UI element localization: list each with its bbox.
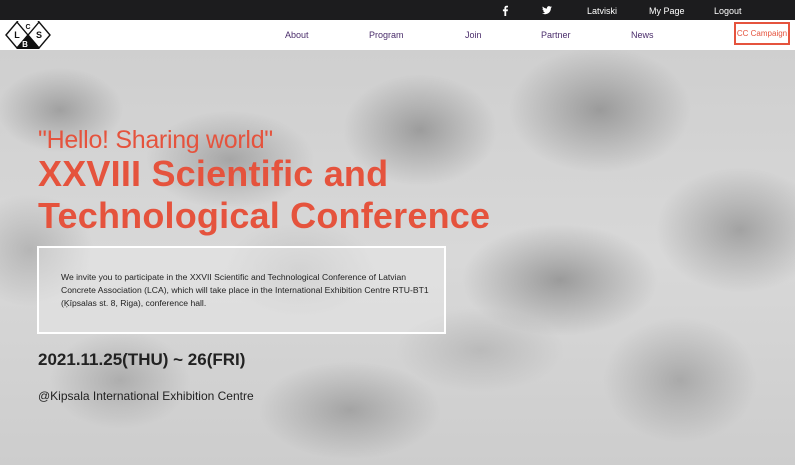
hero-section: "Hello! Sharing world" XXVIII Scientific…	[0, 50, 795, 465]
page: Latviski My Page Logout L S B C About Pr…	[0, 0, 795, 465]
event-venue: @Kipsala International Exhibition Centre	[38, 389, 254, 403]
svg-text:S: S	[36, 30, 42, 40]
nav-about[interactable]: About	[285, 20, 309, 50]
cc-campaign-button[interactable]: CC Campaign	[734, 22, 790, 45]
nav-join[interactable]: Join	[465, 20, 482, 50]
logo[interactable]: L S B C	[4, 21, 52, 49]
invitation-text: We invite you to participate in the XXVI…	[61, 272, 429, 308]
svg-text:B: B	[22, 40, 28, 49]
nav-program[interactable]: Program	[369, 20, 404, 50]
hero-greeting: "Hello! Sharing world"	[38, 126, 273, 154]
svg-text:L: L	[14, 30, 20, 40]
svg-text:C: C	[25, 24, 30, 31]
facebook-icon[interactable]	[501, 0, 509, 20]
nav-news[interactable]: News	[631, 20, 654, 50]
logout-link[interactable]: Logout	[714, 0, 742, 20]
twitter-icon[interactable]	[542, 0, 552, 20]
event-dates: 2021.11.25(THU) ~ 26(FRI)	[38, 350, 246, 369]
main-navbar: L S B C About Program Join Partner News …	[0, 20, 795, 50]
invitation-box: We invite you to participate in the XXVI…	[37, 246, 446, 334]
top-utility-bar: Latviski My Page Logout	[0, 0, 795, 20]
my-page-link[interactable]: My Page	[649, 0, 685, 20]
language-link[interactable]: Latviski	[587, 0, 617, 20]
hero-title-line1: XXVIII Scientific and	[38, 153, 389, 194]
hero-title-line2: Technological Conference	[38, 195, 491, 236]
nav-partner[interactable]: Partner	[541, 20, 571, 50]
